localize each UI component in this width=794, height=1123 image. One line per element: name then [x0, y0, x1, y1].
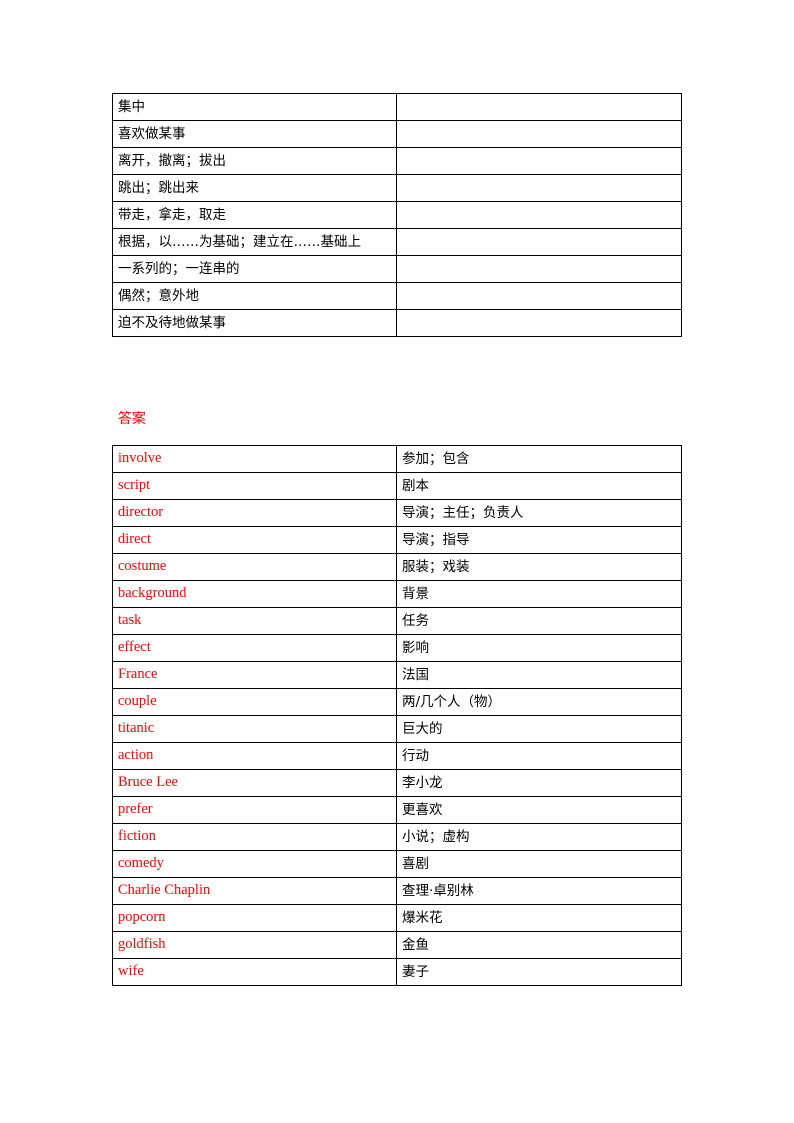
- table-row: background 背景: [112, 580, 682, 608]
- chinese-meaning-cell: 李小龙: [396, 769, 682, 797]
- chinese-meaning-cell: 妻子: [396, 958, 682, 986]
- english-word-cell: director: [112, 499, 397, 527]
- table-row: 带走，拿走，取走: [112, 201, 682, 229]
- answer-blank-cell[interactable]: [396, 282, 682, 310]
- english-word-cell: wife: [112, 958, 397, 986]
- english-word-cell: fiction: [112, 823, 397, 851]
- prompt-table-body: 集中 喜欢做某事 离开，撤离；拔出 跳出；跳出来 带走，拿走，取走 根据，以……为基础；建…: [112, 93, 682, 337]
- english-word-cell: titanic: [112, 715, 397, 743]
- table-row: 集中: [112, 93, 682, 121]
- table-row: France 法国: [112, 661, 682, 689]
- english-word-cell: prefer: [112, 796, 397, 824]
- table-row: 一系列的；一连串的: [112, 255, 682, 283]
- table-row: 喜欢做某事: [112, 120, 682, 148]
- table-row: 跳出；跳出来: [112, 174, 682, 202]
- chinese-meaning-cell: 背景: [396, 580, 682, 608]
- table-row: 偶然；意外地: [112, 282, 682, 310]
- chinese-meaning-cell: 喜剧: [396, 850, 682, 878]
- prompt-cell: 迫不及待地做某事: [112, 309, 397, 337]
- table-row: popcorn 爆米花: [112, 904, 682, 932]
- chinese-meaning-cell: 参加；包含: [396, 445, 682, 473]
- table-row: effect 影响: [112, 634, 682, 662]
- chinese-meaning-cell: 法国: [396, 661, 682, 689]
- english-word-cell: action: [112, 742, 397, 770]
- table-row: titanic 巨大的: [112, 715, 682, 743]
- table-row: couple 两/几个人（物）: [112, 688, 682, 716]
- table-row: task 任务: [112, 607, 682, 635]
- chinese-meaning-cell: 爆米花: [396, 904, 682, 932]
- english-word-cell: comedy: [112, 850, 397, 878]
- answer-blank-cell[interactable]: [396, 120, 682, 148]
- table-row: director 导演；主任；负责人: [112, 499, 682, 527]
- table-row: 迫不及待地做某事: [112, 309, 682, 337]
- table-row: Charlie Chaplin 查理·卓别林: [112, 877, 682, 905]
- table-row: involve 参加；包含: [112, 445, 682, 473]
- chinese-meaning-cell: 更喜欢: [396, 796, 682, 824]
- english-word-cell: background: [112, 580, 397, 608]
- chinese-meaning-cell: 行动: [396, 742, 682, 770]
- english-word-cell: Bruce Lee: [112, 769, 397, 797]
- answer-key-table: involve 参加；包含 script 剧本 director 导演；主任；负责人 dir…: [112, 445, 682, 986]
- english-word-cell: direct: [112, 526, 397, 554]
- chinese-meaning-cell: 剧本: [396, 472, 682, 500]
- table-row: comedy 喜剧: [112, 850, 682, 878]
- chinese-meaning-cell: 金鱼: [396, 931, 682, 959]
- worksheet-page: 集中 喜欢做某事 离开，撤离；拔出 跳出；跳出来 带走，拿走，取走 根据，以……为基础；建…: [0, 0, 794, 1123]
- table-row: fiction 小说；虚构: [112, 823, 682, 851]
- english-word-cell: task: [112, 607, 397, 635]
- prompt-cell: 偶然；意外地: [112, 282, 397, 310]
- prompt-cell: 根据，以……为基础；建立在……基础上: [112, 228, 397, 256]
- english-word-cell: involve: [112, 445, 397, 473]
- table-row: costume 服装；戏装: [112, 553, 682, 581]
- answer-blank-cell[interactable]: [396, 174, 682, 202]
- table-row: direct 导演；指导: [112, 526, 682, 554]
- prompt-cell: 带走，拿走，取走: [112, 201, 397, 229]
- chinese-meaning-cell: 两/几个人（物）: [396, 688, 682, 716]
- chinese-meaning-cell: 导演；指导: [396, 526, 682, 554]
- chinese-meaning-cell: 导演；主任；负责人: [396, 499, 682, 527]
- chinese-meaning-cell: 服装；戏装: [396, 553, 682, 581]
- table-row: script 剧本: [112, 472, 682, 500]
- table-row: goldfish 金鱼: [112, 931, 682, 959]
- table-row: wife 妻子: [112, 958, 682, 986]
- prompt-cell: 喜欢做某事: [112, 120, 397, 148]
- answer-blank-cell[interactable]: [396, 255, 682, 283]
- chinese-meaning-cell: 影响: [396, 634, 682, 662]
- table-row: 离开，撤离；拔出: [112, 147, 682, 175]
- chinese-meaning-cell: 查理·卓别林: [396, 877, 682, 905]
- answer-blank-cell[interactable]: [396, 228, 682, 256]
- table-row: action 行动: [112, 742, 682, 770]
- answer-blank-cell[interactable]: [396, 309, 682, 337]
- prompt-cell: 跳出；跳出来: [112, 174, 397, 202]
- chinese-meaning-cell: 任务: [396, 607, 682, 635]
- table-row: prefer 更喜欢: [112, 796, 682, 824]
- prompt-cell: 离开，撤离；拔出: [112, 147, 397, 175]
- english-word-cell: France: [112, 661, 397, 689]
- answer-blank-cell[interactable]: [396, 93, 682, 121]
- prompt-cell: 一系列的；一连串的: [112, 255, 397, 283]
- answer-table-body: involve 参加；包含 script 剧本 director 导演；主任；负责人 dir…: [112, 445, 682, 986]
- answer-blank-cell[interactable]: [396, 147, 682, 175]
- answer-blank-cell[interactable]: [396, 201, 682, 229]
- chinese-prompts-table: 集中 喜欢做某事 离开，撤离；拔出 跳出；跳出来 带走，拿走，取走 根据，以……为基础；建…: [112, 93, 682, 337]
- english-word-cell: Charlie Chaplin: [112, 877, 397, 905]
- table-row: 根据，以……为基础；建立在……基础上: [112, 228, 682, 256]
- english-word-cell: popcorn: [112, 904, 397, 932]
- english-word-cell: effect: [112, 634, 397, 662]
- english-word-cell: script: [112, 472, 397, 500]
- english-word-cell: goldfish: [112, 931, 397, 959]
- prompt-cell: 集中: [112, 93, 397, 121]
- chinese-meaning-cell: 小说；虚构: [396, 823, 682, 851]
- english-word-cell: couple: [112, 688, 397, 716]
- chinese-meaning-cell: 巨大的: [396, 715, 682, 743]
- table-row: Bruce Lee 李小龙: [112, 769, 682, 797]
- answers-heading: 答案: [118, 411, 146, 427]
- english-word-cell: costume: [112, 553, 397, 581]
